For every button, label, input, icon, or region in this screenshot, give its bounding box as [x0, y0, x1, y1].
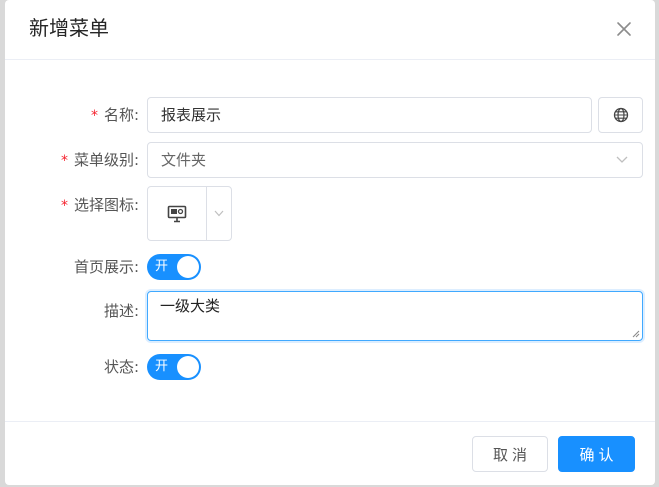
dialog-header: 新增菜单: [5, 0, 655, 60]
add-menu-dialog: 新增菜单 * 名称: 报表展示 * 菜单级别: 文件夹 * 选择图标: 首页展示…: [5, 0, 655, 485]
chevron-down-icon: [214, 210, 223, 217]
name-input[interactable]: 报表展示: [147, 97, 592, 133]
cancel-button[interactable]: 取消: [472, 436, 548, 472]
menu-level-select[interactable]: 文件夹: [147, 142, 643, 178]
menu-level-value: 文件夹: [161, 151, 207, 169]
icon-select-label: * 选择图标:: [60, 196, 139, 214]
globe-icon: [613, 107, 628, 123]
switch-knob: [177, 256, 199, 278]
status-switch[interactable]: 开: [147, 354, 201, 380]
homepage-display-label: 首页展示:: [73, 258, 139, 276]
dialog-footer: 取消 确认: [5, 421, 655, 485]
monitor-icon: [167, 205, 187, 222]
switch-knob: [177, 356, 199, 378]
icon-picker[interactable]: [147, 186, 232, 241]
description-textarea[interactable]: 一级大类: [147, 291, 643, 341]
description-label: 描述:: [103, 302, 139, 320]
required-mark: *: [90, 108, 98, 124]
selected-icon-preview[interactable]: [148, 187, 207, 240]
switch-on-text: 开: [155, 359, 169, 374]
icon-picker-arrow[interactable]: [206, 187, 231, 240]
name-label: * 名称:: [90, 106, 139, 124]
close-icon: [617, 22, 631, 36]
dialog-title: 新增菜单: [29, 16, 109, 40]
required-mark: *: [60, 153, 68, 169]
menu-level-label: * 菜单级别:: [60, 151, 139, 169]
switch-on-text: 开: [155, 259, 169, 274]
chevron-down-icon: [616, 143, 628, 177]
resize-grip-icon[interactable]: [630, 328, 640, 338]
confirm-button[interactable]: 确认: [558, 436, 635, 472]
globe-button[interactable]: [598, 97, 643, 133]
required-mark: *: [60, 198, 68, 214]
homepage-display-switch[interactable]: 开: [147, 254, 201, 280]
status-label: 状态:: [103, 358, 139, 376]
close-button[interactable]: [611, 16, 637, 42]
